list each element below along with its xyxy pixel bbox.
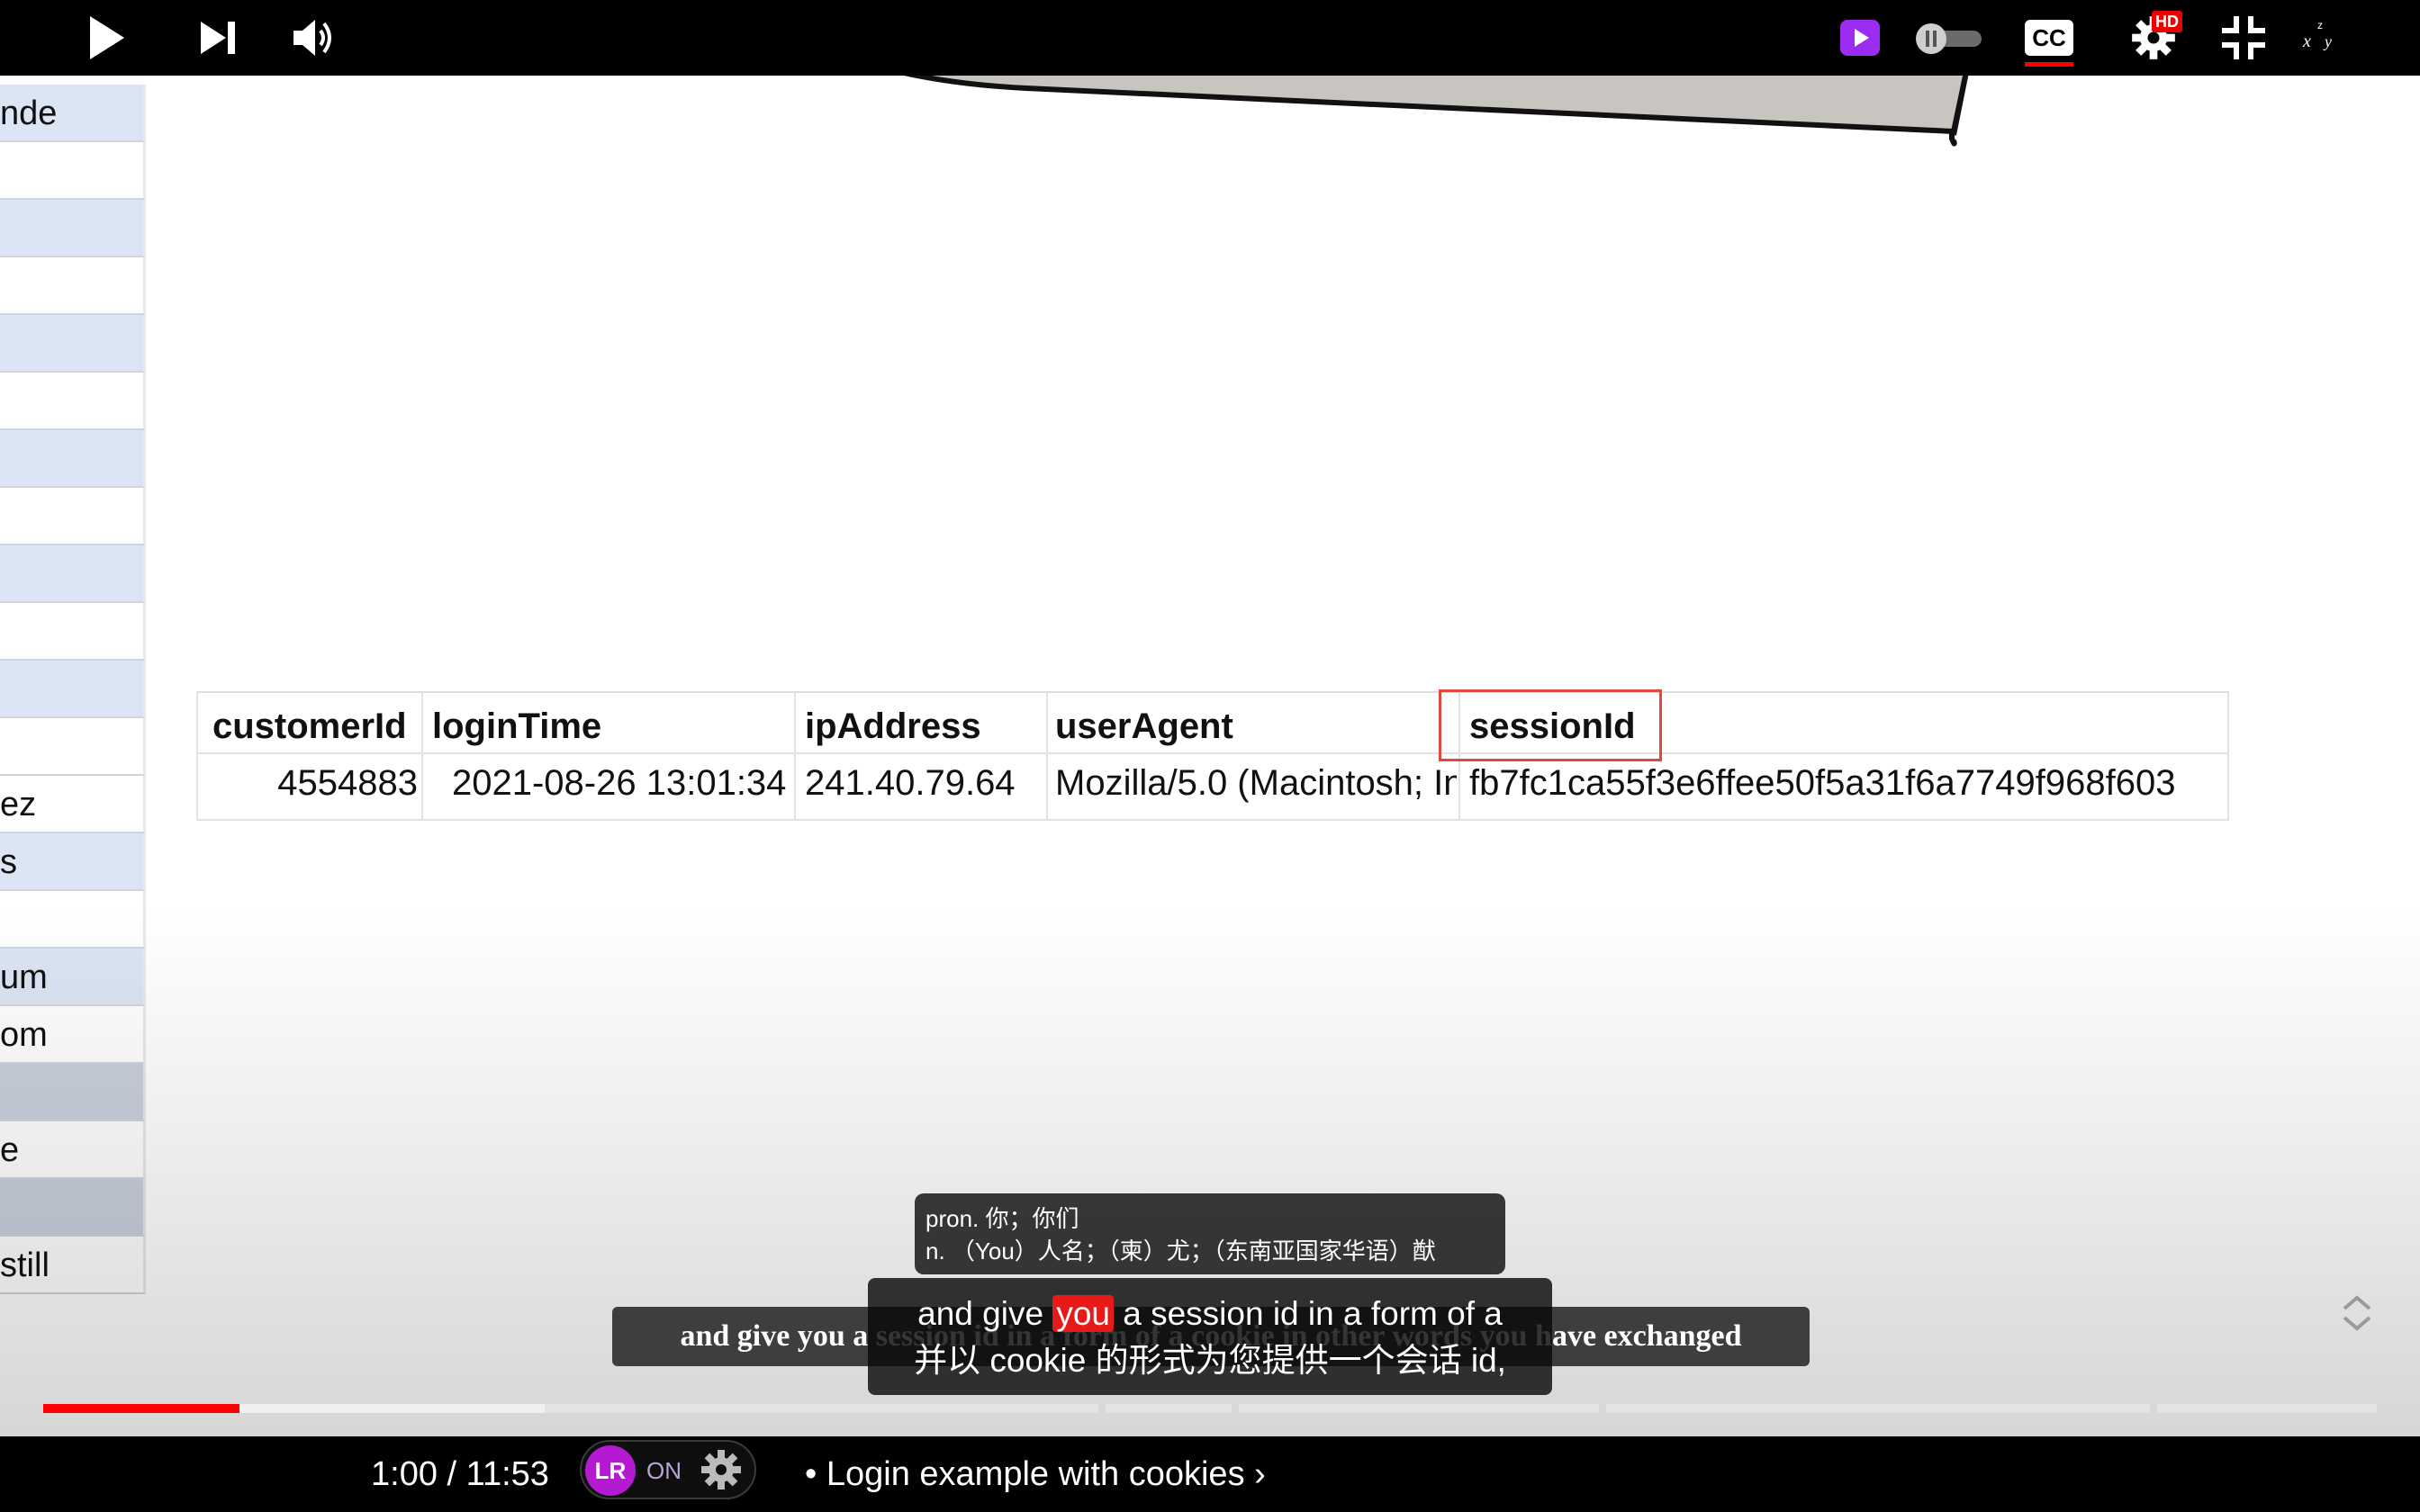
chapter-segment[interactable]: [1239, 1404, 1599, 1413]
svg-text:y: y: [2323, 32, 2332, 50]
left-cell: [0, 257, 146, 315]
header-ip-address: ipAddress: [805, 706, 981, 746]
sketch-drawing: [904, 76, 1969, 147]
left-cell: [0, 545, 146, 603]
row-divider: [196, 819, 2229, 821]
left-cell: e: [0, 1121, 146, 1179]
cell-session-id: fb7fc1ca55f3e6ffee50f5a31f6a7749f968f603: [1469, 763, 2176, 803]
gear-icon: [701, 1450, 741, 1490]
left-cell: [0, 430, 146, 488]
miniplayer-icon: [1840, 20, 1880, 56]
left-cell: om: [0, 1006, 146, 1064]
caption-english-line: and give you a session id in a form of a: [868, 1291, 1552, 1337]
svg-text:z: z: [2317, 19, 2323, 32]
col-divider: [421, 693, 423, 821]
cell-login-time: 2021-08-26 13:01:34: [452, 763, 787, 803]
chapter-title-button[interactable]: • Login example with cookies ›: [805, 1436, 1266, 1512]
col-divider: [794, 693, 796, 821]
caption-translation-line: 并以 cookie 的形式为您提供一个会话 id,: [914, 1342, 1506, 1379]
cc-icon: CC: [2025, 20, 2073, 67]
volume-button[interactable]: [284, 0, 342, 76]
time-display: 1:00 / 11:53: [371, 1455, 549, 1493]
settings-button[interactable]: HD: [2119, 0, 2188, 76]
next-button[interactable]: [189, 0, 247, 76]
session-id-highlight-box: [1439, 689, 1662, 761]
cell-customer-id: 4554883: [277, 763, 418, 803]
dictionary-line: pron. 你；你们: [926, 1205, 1079, 1232]
autoplay-toggle-icon: [1916, 23, 1982, 54]
caption-text: a session id in a form of a: [1113, 1295, 1503, 1332]
svg-text:x: x: [2302, 32, 2311, 51]
cell-user-agent: Mozilla/5.0 (Macintosh; In: [1055, 763, 1457, 803]
left-cell: [0, 1064, 146, 1121]
left-cell: s: [0, 833, 146, 891]
hd-badge: HD: [2152, 11, 2182, 32]
dictionary-popup: pron. 你；你们 n. （You）人名；（柬）尤；（东南亚国家华语）猷: [915, 1193, 1505, 1274]
header-customer-id: customerId: [212, 706, 407, 746]
extension-icon-button[interactable]: x y z: [2294, 0, 2348, 76]
language-reactor-logo[interactable]: LR: [585, 1445, 636, 1496]
exit-fullscreen-icon: [2222, 16, 2265, 59]
col-divider: [2227, 693, 2229, 821]
col-divider: [196, 693, 198, 821]
left-cell: [0, 891, 146, 949]
left-cell: [0, 1179, 146, 1237]
left-cell: [0, 718, 146, 776]
progress-bar[interactable]: [43, 1404, 2377, 1413]
left-cell: um: [0, 949, 146, 1006]
left-cell: [0, 488, 146, 545]
left-cell: [0, 315, 146, 373]
played-bar: [43, 1404, 239, 1413]
left-cell: [0, 373, 146, 430]
left-cell: still: [0, 1237, 146, 1294]
xy-extension-icon: x y z: [2302, 19, 2332, 51]
language-reactor-status: ON: [646, 1457, 682, 1484]
left-cell: [0, 200, 146, 257]
next-icon: [201, 22, 235, 54]
play-button[interactable]: [77, 0, 135, 76]
play-icon: [90, 16, 124, 59]
left-cell: [0, 603, 146, 661]
cell-ip-address: 241.40.79.64: [805, 763, 1016, 803]
chapter-segment[interactable]: [1606, 1404, 2150, 1413]
cc-active-underline: [2025, 62, 2073, 67]
header-user-agent: userAgent: [1055, 706, 1233, 746]
left-cell: [0, 142, 146, 200]
row-divider: [196, 752, 2229, 754]
left-cell: ez: [0, 776, 146, 833]
left-cell: [0, 661, 146, 718]
dual-caption[interactable]: and give you a session id in a form of a…: [868, 1278, 1552, 1395]
language-reactor-settings-button[interactable]: [693, 1440, 749, 1499]
chapter-segment[interactable]: [2157, 1404, 2377, 1413]
cc-label: CC: [2032, 24, 2066, 51]
miniplayer-extension-button[interactable]: [1837, 0, 1883, 76]
col-divider: [1046, 693, 1048, 821]
subtitles-button[interactable]: CC: [2020, 0, 2078, 76]
header-login-time: loginTime: [432, 706, 602, 746]
exit-fullscreen-button[interactable]: [2215, 0, 2272, 76]
caption-highlighted-word[interactable]: you: [1052, 1295, 1114, 1332]
login-table: customerId loginTime ipAddress userAgent…: [196, 689, 2229, 821]
dictionary-line: n. （You）人名；（柬）尤；（东南亚国家华语）猷: [926, 1238, 1436, 1264]
chapter-segment[interactable]: [1106, 1404, 1232, 1413]
caption-scroll-icon[interactable]: [2339, 1291, 2375, 1336]
caption-text: and give: [917, 1295, 1053, 1332]
autoplay-toggle[interactable]: [1907, 0, 1988, 76]
volume-icon: [293, 20, 331, 56]
left-spreadsheet: nde ez s um om e still: [0, 85, 146, 1294]
left-cell: nde: [0, 85, 146, 142]
